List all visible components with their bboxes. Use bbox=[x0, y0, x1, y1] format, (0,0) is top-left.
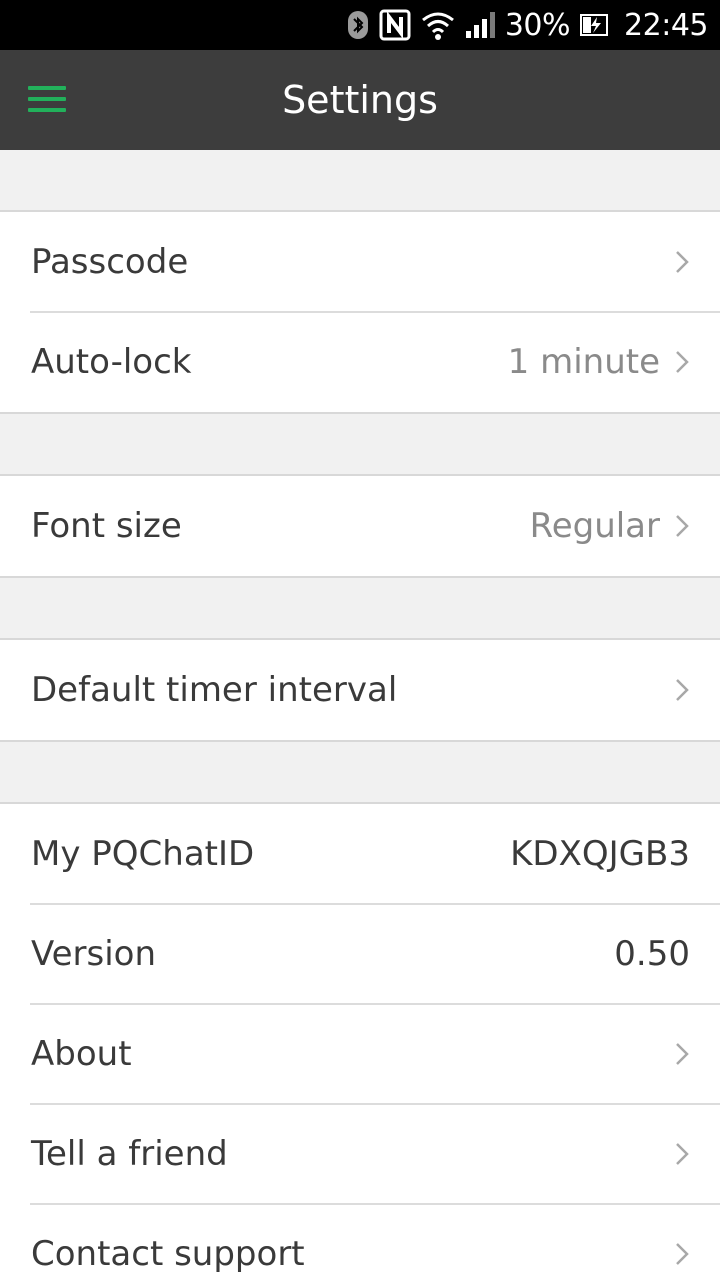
app-bar: Settings bbox=[0, 50, 720, 150]
default-timer-interval-label: Default timer interval bbox=[31, 670, 398, 710]
display-group: Font size Regular bbox=[0, 474, 720, 578]
tell-a-friend-row[interactable]: Tell a friend bbox=[0, 1103, 720, 1204]
font-size-value: Regular bbox=[529, 506, 660, 546]
passcode-label: Passcode bbox=[31, 242, 189, 282]
my-pqchatid-value: KDXQJGB3 bbox=[510, 834, 690, 874]
signal-icon bbox=[465, 11, 497, 39]
status-bar: 30% 22:45 bbox=[0, 0, 720, 50]
chevron-right-icon bbox=[674, 1140, 690, 1168]
auto-lock-label: Auto-lock bbox=[31, 342, 192, 382]
battery-charging-icon bbox=[580, 13, 610, 37]
auto-lock-value: 1 minute bbox=[507, 342, 660, 382]
chevron-right-icon bbox=[674, 676, 690, 704]
tell-a-friend-label: Tell a friend bbox=[31, 1134, 228, 1174]
font-size-row[interactable]: Font size Regular bbox=[0, 476, 720, 576]
section-spacer bbox=[0, 150, 720, 210]
contact-support-row[interactable]: Contact support bbox=[0, 1203, 720, 1280]
about-row[interactable]: About bbox=[0, 1003, 720, 1104]
security-group: Passcode Auto-lock 1 minute bbox=[0, 210, 720, 414]
nfc-icon bbox=[379, 9, 411, 41]
wifi-icon bbox=[421, 10, 455, 40]
default-timer-interval-row[interactable]: Default timer interval bbox=[0, 640, 720, 740]
settings-list: Passcode Auto-lock 1 minute Font size Re… bbox=[0, 150, 720, 1280]
my-pqchatid-row[interactable]: My PQChatID KDXQJGB3 bbox=[0, 804, 720, 904]
section-spacer bbox=[0, 414, 720, 474]
battery-percent: 30% bbox=[504, 7, 571, 43]
font-size-label: Font size bbox=[31, 506, 182, 546]
version-value: 0.50 bbox=[614, 934, 690, 974]
page-title: Settings bbox=[282, 78, 438, 122]
section-spacer bbox=[0, 742, 720, 802]
section-spacer bbox=[0, 578, 720, 638]
about-label: About bbox=[31, 1034, 132, 1074]
timer-group: Default timer interval bbox=[0, 638, 720, 742]
info-group: My PQChatID KDXQJGB3 Version 0.50 About … bbox=[0, 802, 720, 1280]
contact-support-label: Contact support bbox=[31, 1234, 305, 1274]
chevron-right-icon bbox=[674, 512, 690, 540]
bluetooth-icon bbox=[347, 10, 369, 40]
chevron-right-icon bbox=[674, 1240, 690, 1268]
hamburger-menu-icon[interactable] bbox=[28, 86, 66, 114]
chevron-right-icon bbox=[674, 248, 690, 276]
clock: 22:45 bbox=[624, 7, 708, 43]
version-label: Version bbox=[31, 934, 157, 974]
chevron-right-icon bbox=[674, 1040, 690, 1068]
my-pqchatid-label: My PQChatID bbox=[31, 834, 255, 874]
version-row: Version 0.50 bbox=[0, 903, 720, 1004]
passcode-row[interactable]: Passcode bbox=[0, 212, 720, 312]
auto-lock-row[interactable]: Auto-lock 1 minute bbox=[0, 311, 720, 412]
chevron-right-icon bbox=[674, 348, 690, 376]
